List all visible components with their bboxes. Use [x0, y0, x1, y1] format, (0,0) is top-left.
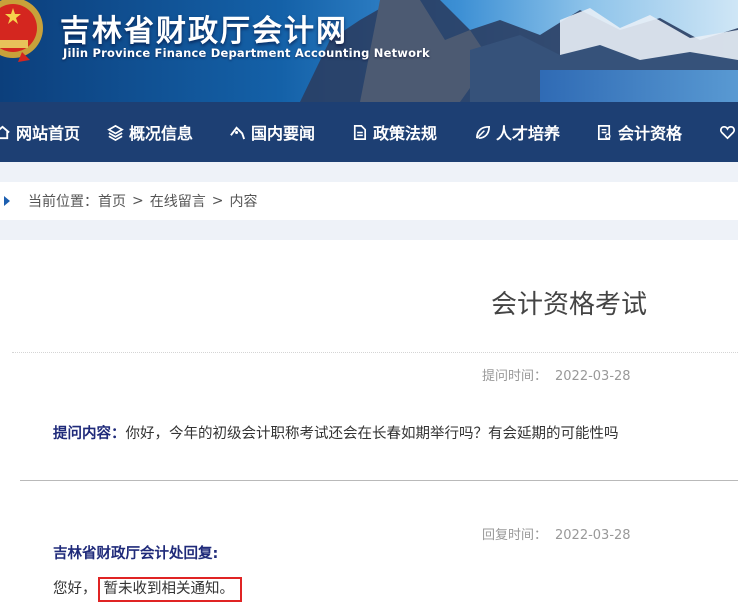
breadcrumb-prefix: 当前位置： [28, 194, 98, 210]
certificate-icon [597, 124, 611, 140]
nav-item-overview[interactable]: 概况信息 [107, 102, 193, 162]
breadcrumb: 当前位置： 首页 > 在线留言 > 内容 [0, 182, 738, 220]
question-content: 提问内容：你好，今年的初级会计职称考试还会在长春如期举行吗？有会延期的可能性吗 [53, 422, 619, 443]
nav-item-domestic-news[interactable]: 国内要闻 [229, 102, 315, 162]
nav-item-label: 国内要闻 [251, 124, 316, 143]
reply-greeting: 您好， [53, 581, 97, 597]
site-subtitle: Jilin Province Finance Department Accoun… [63, 46, 430, 60]
reply-time-label: 回复时间： [482, 528, 548, 543]
nav-item-label: 政策法规 [373, 124, 438, 143]
breadcrumb-home-link[interactable]: 首页 [98, 191, 126, 211]
breadcrumb-guestbook-link[interactable]: 在线留言 [150, 191, 206, 211]
nav-item-policy[interactable]: 政策法规 [351, 102, 437, 162]
heart-icon [720, 125, 735, 139]
home-icon [0, 125, 10, 139]
breadcrumb-current: 内容 [229, 194, 258, 210]
question-time-label: 提问时间： [482, 369, 548, 384]
nav-item-qualification[interactable]: 会计资格 [596, 102, 682, 162]
reply-content: 您好， 暂未收到相关通知。 [53, 577, 242, 602]
divider [12, 352, 738, 353]
question-time: 提问时间： 2022-03-28 [482, 365, 631, 384]
document-icon [353, 124, 367, 140]
main-nav: 网站首页 概况信息 国内要闻 政策法规 人才培养 会计资格 [0, 102, 738, 162]
nav-item-talent[interactable]: 人才培养 [474, 102, 560, 162]
question-time-value: 2022-03-28 [555, 369, 631, 384]
header-banner: 吉林省财政厅会计网 Jilin Province Finance Departm… [0, 0, 738, 102]
nav-item-label: 人才培养 [496, 124, 561, 143]
nav-item-home[interactable]: 网站首页 [0, 102, 80, 162]
nav-item-label: 网站首页 [16, 124, 81, 143]
national-emblem-icon [0, 0, 43, 62]
nav-item-label: 会计资格 [618, 124, 683, 143]
layers-icon [107, 124, 124, 141]
reply-time-value: 2022-03-28 [555, 528, 631, 543]
page-title: 会计资格考试 [490, 290, 647, 320]
breadcrumb-separator: > [132, 193, 144, 209]
reply-label: 吉林省财政厅会计处回复: [53, 546, 219, 562]
question-label: 提问内容： [53, 426, 126, 442]
site-title: 吉林省财政厅会计网 [60, 14, 348, 49]
highlighted-reply-text: 暂未收到相关通知。 [97, 577, 242, 602]
divider [20, 480, 738, 481]
breadcrumb-separator: > [211, 193, 224, 209]
triangle-right-icon [4, 196, 10, 206]
reply-time: 回复时间： 2022-03-28 [482, 524, 631, 543]
nav-item-more[interactable] [719, 102, 738, 162]
tag-icon [230, 125, 246, 139]
leaf-icon [475, 125, 490, 139]
nav-item-label: 概况信息 [129, 124, 194, 143]
question-text: 你好，今年的初级会计职称考试还会在长春如期举行吗？有会延期的可能性吗 [125, 426, 619, 442]
